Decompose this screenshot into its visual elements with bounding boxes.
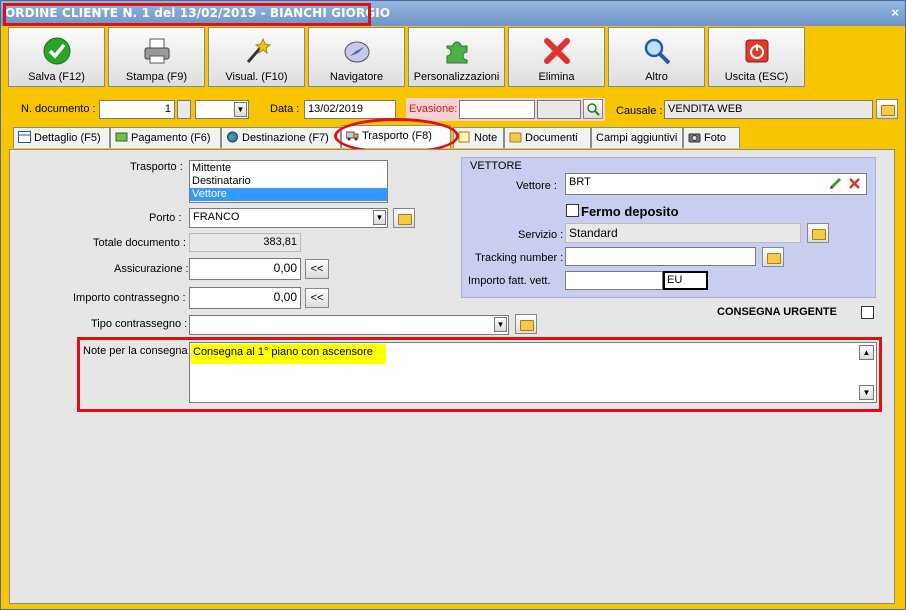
date-input[interactable]: 13/02/2019 <box>304 100 396 119</box>
note-label: Note per la consegna <box>83 345 188 357</box>
tab-dettaglio[interactable]: Dettaglio (F5) <box>13 127 110 148</box>
trasporto-listbox[interactable]: Mittente Destinatario Vettore <box>189 160 388 203</box>
ndoc-input[interactable]: 1 <box>99 100 175 119</box>
exit-button[interactable]: Uscita (ESC) <box>708 27 805 87</box>
causale-input[interactable]: VENDITA WEB <box>664 100 873 119</box>
scroll-down-button[interactable]: ▼ <box>859 385 874 400</box>
ndoc-suffix-button[interactable] <box>177 100 191 119</box>
contrassegno-label: Importo contrassegno : <box>73 292 186 304</box>
tracking-label: Tracking number : <box>475 252 564 264</box>
assicurazione-label: Assicurazione : <box>114 263 189 275</box>
chevron-down-icon: ▼ <box>234 102 247 117</box>
consegna-urgente-label: CONSEGNA URGENTE <box>717 306 837 318</box>
folder-docs-icon <box>509 132 522 143</box>
preview-button[interactable]: Visual. (F10) <box>208 27 305 87</box>
money-icon <box>115 132 128 142</box>
porto-select[interactable]: FRANCO ▼ <box>189 208 388 228</box>
totale-value: 383,81 <box>189 233 301 252</box>
evasione-extra-field <box>537 100 581 119</box>
edit-pencil-icon[interactable] <box>829 177 842 190</box>
navigator-button[interactable]: Navigatore <box>308 27 405 87</box>
causale-folder-button[interactable] <box>876 99 898 119</box>
tipo-contrassegno-label: Tipo contrassegno : <box>91 318 188 330</box>
magic-wand-icon <box>246 37 271 63</box>
ndoc-label: N. documento : <box>21 103 96 115</box>
print-button[interactable]: Stampa (F9) <box>108 27 205 87</box>
title-highlight-box <box>3 3 371 26</box>
note-icon <box>458 131 470 143</box>
more-button[interactable]: Altro <box>608 27 705 87</box>
importo-vettore-label: Importo fatt. vett. <box>468 275 551 287</box>
tipo-contrassegno-folder-button[interactable] <box>515 314 537 334</box>
totale-label: Totale documento : <box>93 237 186 249</box>
printer-icon <box>144 38 169 64</box>
close-button[interactable]: × <box>891 5 899 20</box>
assicurazione-input[interactable]: 0,00 <box>189 258 301 280</box>
list-item[interactable]: Mittente <box>190 162 387 175</box>
chevron-down-icon: ▼ <box>494 317 507 332</box>
porto-label: Porto : <box>149 212 182 224</box>
save-button[interactable]: Salva (F12) <box>8 27 105 87</box>
magnifier-icon <box>644 38 670 65</box>
evasione-label: Evasione: <box>409 103 458 115</box>
contrassegno-copy-button[interactable]: << <box>305 288 329 308</box>
note-text: Consegna al 1° piano con ascensore <box>191 344 386 364</box>
chevron-down-icon: ▼ <box>373 210 386 225</box>
currency-field[interactable]: EU <box>663 271 708 290</box>
assicurazione-copy-button[interactable]: << <box>305 259 329 279</box>
zoom-icon <box>587 103 600 116</box>
scroll-up-button[interactable]: ▲ <box>859 345 874 360</box>
tab-destinazione[interactable]: Destinazione (F7) <box>221 127 341 148</box>
importo-vettore-input[interactable] <box>565 271 663 290</box>
list-item-selected[interactable]: Vettore <box>190 188 387 201</box>
clear-x-icon[interactable] <box>849 178 860 189</box>
tab-pagamento[interactable]: Pagamento (F6) <box>110 127 221 148</box>
delete-x-icon <box>543 38 570 64</box>
vettore-group-title: VETTORE <box>470 160 522 172</box>
customizations-button[interactable]: Personalizzazioni <box>408 27 505 87</box>
tab-documenti[interactable]: Documenti <box>504 127 591 148</box>
servizio-label: Servizio : <box>518 229 564 241</box>
servizio-folder-button[interactable] <box>807 223 829 243</box>
tab-note[interactable]: Note <box>453 127 504 148</box>
tab-campi-aggiuntivi[interactable]: Campi aggiuntivi <box>591 127 683 148</box>
camera-icon <box>688 133 701 143</box>
tab-foto[interactable]: Foto <box>683 127 740 148</box>
consegna-urgente-checkbox[interactable] <box>861 306 874 319</box>
trasporto-label: Trasporto : <box>130 161 183 173</box>
fermo-deposito-checkbox[interactable] <box>566 204 579 217</box>
ndoc-series-select[interactable]: ▼ <box>195 100 249 119</box>
causale-label: Causale : <box>616 105 663 117</box>
porto-folder-button[interactable] <box>393 208 415 228</box>
compass-icon <box>344 41 369 63</box>
evasione-search-button[interactable] <box>583 99 603 119</box>
vettore-input[interactable]: BRT <box>565 173 867 195</box>
servizio-input[interactable]: Standard <box>565 223 801 243</box>
globe-icon <box>227 131 238 143</box>
grid-icon <box>18 131 31 143</box>
delete-button[interactable]: Elimina <box>508 27 605 87</box>
puzzle-icon <box>446 41 467 64</box>
note-textarea[interactable]: Consegna al 1° piano con ascensore ▲ ▼ <box>189 342 877 403</box>
vettore-label: Vettore : <box>516 180 557 192</box>
tracking-input[interactable] <box>565 247 756 266</box>
contrassegno-input[interactable]: 0,00 <box>189 287 301 309</box>
title-bar: ORDINE CLIENTE N. 1 del 13/02/2019 - BIA… <box>1 1 905 26</box>
tipo-contrassegno-select[interactable]: ▼ <box>189 315 509 335</box>
check-icon <box>43 37 70 65</box>
order-window: ORDINE CLIENTE N. 1 del 13/02/2019 - BIA… <box>0 0 906 610</box>
fermo-deposito-label: Fermo deposito <box>581 204 679 219</box>
power-icon <box>745 39 768 63</box>
tracking-folder-button[interactable] <box>762 247 784 267</box>
date-label: Data : <box>270 103 300 115</box>
list-item[interactable]: Destinatario <box>190 175 387 188</box>
evasione-input[interactable] <box>459 100 535 119</box>
